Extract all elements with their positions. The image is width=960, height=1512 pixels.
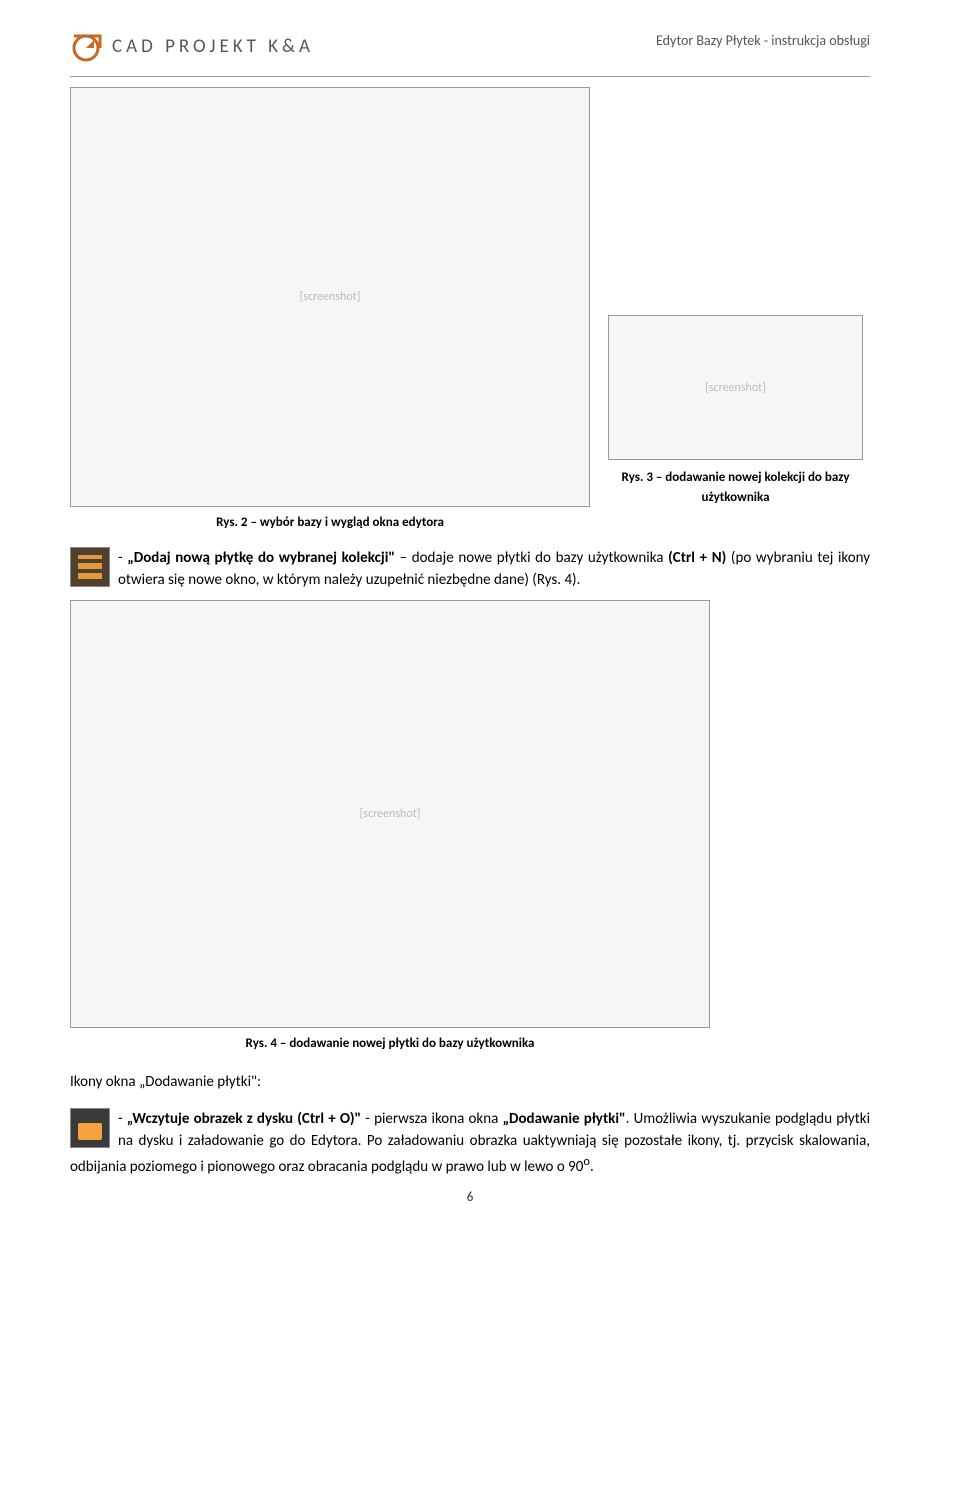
figure-4-caption: Rys. 4 – dodawanie nowej płytki do bazy … (70, 1034, 710, 1054)
brand-logo-icon (70, 30, 104, 64)
figure-editor-window: [screenshot] (70, 87, 590, 507)
p2-command: „Wczytuje obrazek z dysku (Ctrl + O)" (127, 1110, 361, 1128)
brand-name: CAD PROJEKT K&A (112, 33, 314, 62)
figure-add-tile-window: [screenshot] (70, 600, 710, 1028)
figure-add-collection-dialog: [screenshot] (608, 315, 863, 460)
p2-prefix: - (118, 1110, 127, 1128)
header-divider (70, 76, 870, 77)
brand-block: CAD PROJEKT K&A (70, 30, 314, 64)
page-number: 6 (70, 1188, 870, 1208)
p1-command: „Dodaj nową płytkę do wybranej kolekcji" (127, 549, 395, 567)
paragraph-add-tile: - „Dodaj nową płytkę do wybranej kolekcj… (70, 547, 870, 592)
figures-row-1: [screenshot] [screenshot] Rys. 3 – dodaw… (70, 87, 870, 533)
p2-period: . (590, 1158, 594, 1176)
p2-degree: o (583, 1154, 590, 1169)
p1-mid: – dodaje nowe płytki do bazy użytkownika (395, 549, 668, 567)
page-header: CAD PROJEKT K&A Edytor Bazy Płytek - ins… (70, 30, 870, 64)
p2-mid: - pierwsza ikona okna (361, 1110, 502, 1128)
figure-3-caption: Rys. 3 – dodawanie nowej kolekcji do baz… (608, 468, 863, 507)
open-file-icon (70, 1108, 110, 1148)
figure-2-caption: Rys. 2 – wybór bazy i wygląd okna edytor… (70, 513, 590, 533)
p1-prefix: - (118, 549, 127, 567)
doc-title: Edytor Bazy Płytek - instrukcja obsługi (656, 30, 870, 51)
paragraph-load-image: - „Wczytuje obrazek z dysku (Ctrl + O)" … (70, 1108, 870, 1179)
add-tile-icon (70, 547, 110, 587)
p2-window: „Dodawanie płytki" (502, 1110, 625, 1128)
section-icons-header: Ikony okna „Dodawanie płytki": (70, 1071, 870, 1094)
p1-hotkey: (Ctrl + N) (668, 549, 726, 567)
